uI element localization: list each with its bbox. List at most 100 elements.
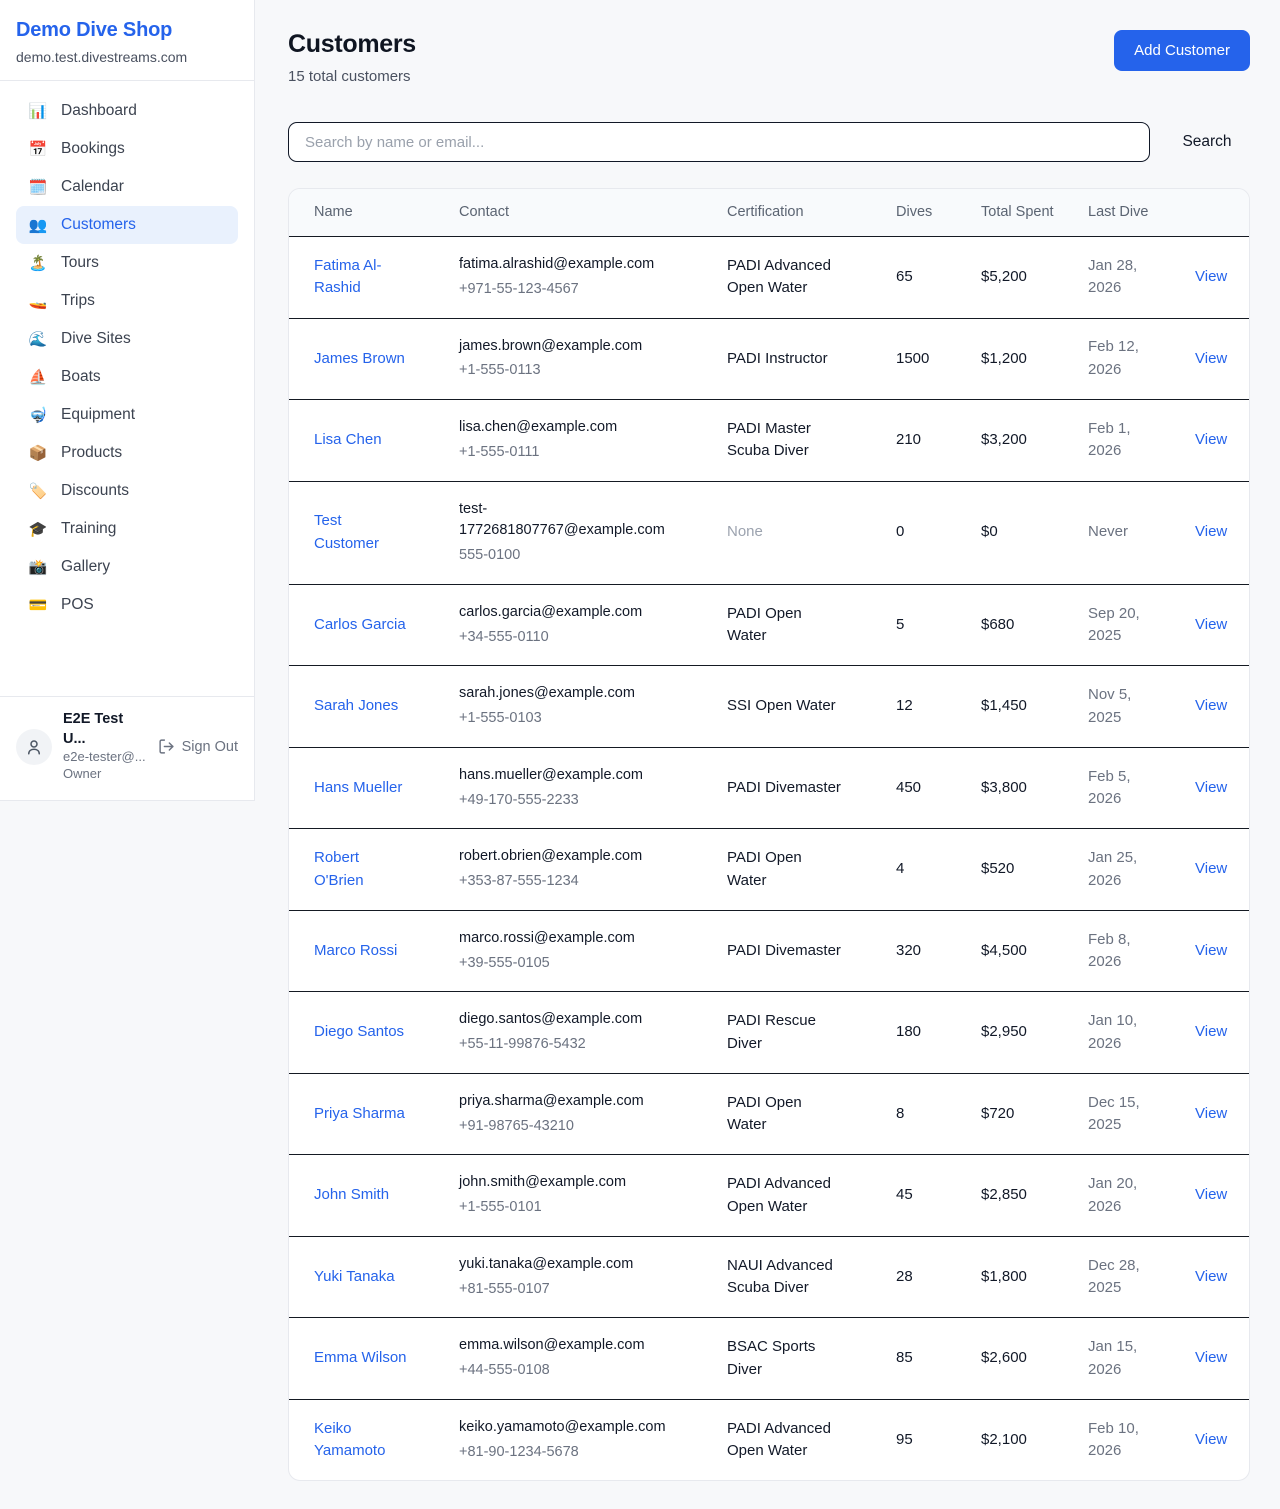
sidebar-item-gallery[interactable]: 📸 Gallery (16, 548, 238, 586)
customer-total-spent: $520 (969, 829, 1076, 911)
sidebar-item-bookings[interactable]: 📅 Bookings (16, 130, 238, 168)
view-link[interactable]: View (1195, 1431, 1227, 1448)
customer-email: yuki.tanaka@example.com (459, 1254, 675, 1276)
customer-certification: PADI Rescue Diver (727, 1012, 816, 1052)
customer-phone: +39-555-0105 (459, 953, 675, 975)
sidebar-item-dashboard[interactable]: 📊 Dashboard (16, 92, 238, 130)
sidebar-item-boats[interactable]: ⛵ Boats (16, 358, 238, 396)
customer-certification: PADI Master Scuba Diver (727, 420, 811, 460)
customer-name-link[interactable]: John Smith (314, 1186, 389, 1203)
sidebar-item-tours[interactable]: 🏝️ Tours (16, 244, 238, 282)
customer-last-dive: Jan 28, 2026 (1076, 237, 1167, 319)
customer-name-link[interactable]: Sarah Jones (314, 697, 398, 714)
customer-email: robert.obrien@example.com (459, 846, 675, 868)
customer-certification: None (727, 523, 763, 540)
table-body: Fatima Al-Rashid fatima.alrashid@example… (289, 237, 1249, 1481)
customer-phone: +1-555-0101 (459, 1197, 675, 1219)
nav-item-icon: 🗓️ (28, 178, 48, 196)
customer-certification: NAUI Advanced Scuba Diver (727, 1257, 833, 1297)
customer-phone: +1-555-0103 (459, 708, 675, 730)
view-link[interactable]: View (1195, 779, 1227, 796)
view-link[interactable]: View (1195, 697, 1227, 714)
table-row-robert-o-brien: Robert O'Brien robert.obrien@example.com… (289, 829, 1249, 911)
customer-dives: 320 (884, 910, 969, 992)
table-row-lisa-chen: Lisa Chen lisa.chen@example.com +1-555-0… (289, 400, 1249, 482)
view-link[interactable]: View (1195, 268, 1227, 285)
view-link[interactable]: View (1195, 523, 1227, 540)
sign-out-button[interactable]: Sign Out (158, 738, 238, 755)
customer-email: priya.sharma@example.com (459, 1091, 675, 1113)
customer-total-spent: $5,200 (969, 237, 1076, 319)
customer-email: carlos.garcia@example.com (459, 602, 675, 624)
customer-last-dive: Dec 15, 2025 (1076, 1073, 1167, 1155)
sidebar-item-equipment[interactable]: 🤿 Equipment (16, 396, 238, 434)
customer-count: 15 total customers (288, 68, 416, 85)
nav-item-label: Discounts (61, 482, 129, 500)
customer-last-dive: Jan 15, 2026 (1076, 1318, 1167, 1400)
view-link[interactable]: View (1195, 1023, 1227, 1040)
view-link[interactable]: View (1195, 1105, 1227, 1122)
brand-block: Demo Dive Shop demo.test.divestreams.com (0, 0, 254, 81)
customer-dives: 180 (884, 992, 969, 1074)
customer-email: hans.mueller@example.com (459, 765, 675, 787)
customer-certification: PADI Divemaster (727, 942, 841, 959)
customer-name-link[interactable]: Marco Rossi (314, 942, 397, 959)
view-link[interactable]: View (1195, 1349, 1227, 1366)
customer-name-link[interactable]: Lisa Chen (314, 431, 382, 448)
nav-item-icon: 👥 (28, 216, 48, 234)
nav-item-label: Gallery (61, 558, 110, 576)
sidebar-item-products[interactable]: 📦 Products (16, 434, 238, 472)
customer-phone: +971-55-123-4567 (459, 279, 675, 301)
view-link[interactable]: View (1195, 1186, 1227, 1203)
customer-phone: +34-555-0110 (459, 627, 675, 649)
search-input[interactable] (288, 122, 1150, 162)
customer-name-link[interactable]: Yuki Tanaka (314, 1268, 395, 1285)
customer-total-spent: $2,600 (969, 1318, 1076, 1400)
customer-name-link[interactable]: Carlos Garcia (314, 616, 406, 633)
sidebar-item-pos[interactable]: 💳 POS (16, 586, 238, 624)
customer-dives: 65 (884, 237, 969, 319)
customer-dives: 450 (884, 747, 969, 829)
avatar (16, 729, 52, 765)
view-link[interactable]: View (1195, 350, 1227, 367)
customer-certification: BSAC Sports Diver (727, 1338, 815, 1378)
sidebar-item-dive-sites[interactable]: 🌊 Dive Sites (16, 320, 238, 358)
search-row: Search (288, 122, 1250, 162)
customer-name-link[interactable]: Emma Wilson (314, 1349, 407, 1366)
customer-name-link[interactable]: Hans Mueller (314, 779, 402, 796)
nav-item-label: Equipment (61, 406, 135, 424)
customer-email: marco.rossi@example.com (459, 928, 675, 950)
customer-name-link[interactable]: Diego Santos (314, 1023, 404, 1040)
table-row-james-brown: James Brown james.brown@example.com +1-5… (289, 318, 1249, 400)
sidebar-item-discounts[interactable]: 🏷️ Discounts (16, 472, 238, 510)
sidebar-item-customers[interactable]: 👥 Customers (16, 206, 238, 244)
page-header: Customers 15 total customers Add Custome… (288, 30, 1250, 85)
shop-domain: demo.test.divestreams.com (16, 49, 238, 65)
column-header-dives: Dives (884, 189, 969, 237)
customer-last-dive: Never (1076, 481, 1167, 584)
view-link[interactable]: View (1195, 1268, 1227, 1285)
customer-name-link[interactable]: Test Customer (314, 512, 379, 552)
customer-name-link[interactable]: Fatima Al-Rashid (314, 257, 382, 297)
view-link[interactable]: View (1195, 942, 1227, 959)
sidebar-item-trips[interactable]: 🚤 Trips (16, 282, 238, 320)
customer-last-dive: Feb 5, 2026 (1076, 747, 1167, 829)
customer-dives: 4 (884, 829, 969, 911)
sidebar-item-calendar[interactable]: 🗓️ Calendar (16, 168, 238, 206)
customer-name-link[interactable]: James Brown (314, 350, 405, 367)
nav-item-label: Calendar (61, 178, 124, 196)
customer-certification: PADI Instructor (727, 350, 828, 367)
customer-name-link[interactable]: Keiko Yamamoto (314, 1420, 385, 1460)
add-customer-button[interactable]: Add Customer (1114, 30, 1250, 71)
view-link[interactable]: View (1195, 860, 1227, 877)
customer-email: john.smith@example.com (459, 1172, 675, 1194)
view-link[interactable]: View (1195, 431, 1227, 448)
customer-last-dive: Jan 10, 2026 (1076, 992, 1167, 1074)
customer-name-link[interactable]: Robert O'Brien (314, 849, 364, 889)
search-button[interactable]: Search (1176, 133, 1238, 151)
sidebar-item-training[interactable]: 🎓 Training (16, 510, 238, 548)
customer-name-link[interactable]: Priya Sharma (314, 1105, 405, 1122)
customer-total-spent: $2,950 (969, 992, 1076, 1074)
view-link[interactable]: View (1195, 616, 1227, 633)
customer-email: emma.wilson@example.com (459, 1335, 675, 1357)
